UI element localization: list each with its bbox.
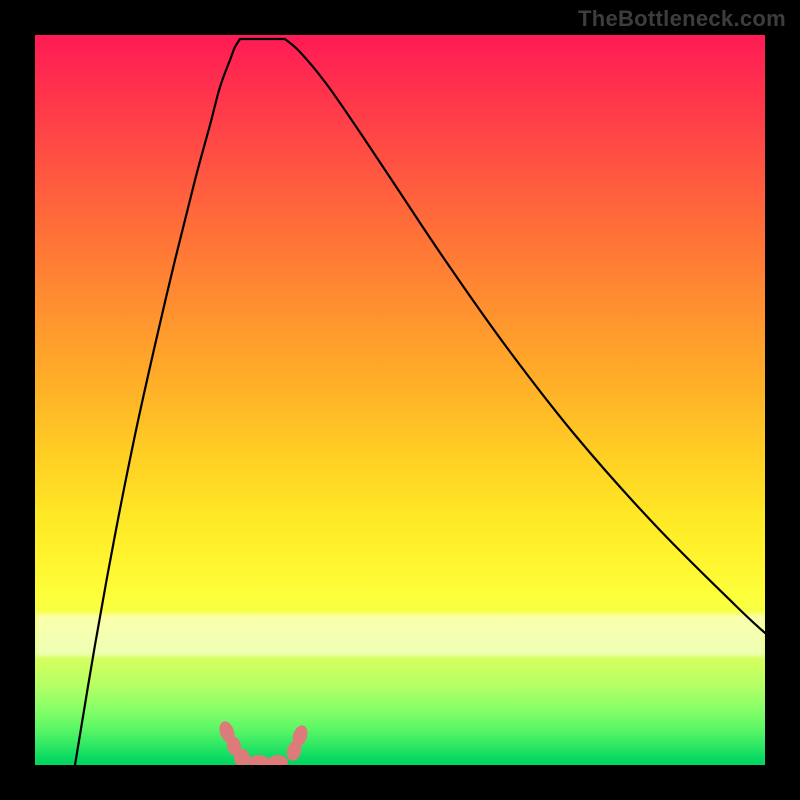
watermark-text: TheBottleneck.com xyxy=(578,6,786,32)
data-marker xyxy=(248,755,270,765)
curve-right-branch xyxy=(285,39,765,633)
plot-area xyxy=(35,35,765,765)
curve-left-branch xyxy=(75,39,240,765)
curve-layer xyxy=(35,35,765,765)
data-marker xyxy=(268,755,288,765)
chart-frame: TheBottleneck.com xyxy=(0,0,800,800)
marker-group xyxy=(217,719,310,765)
